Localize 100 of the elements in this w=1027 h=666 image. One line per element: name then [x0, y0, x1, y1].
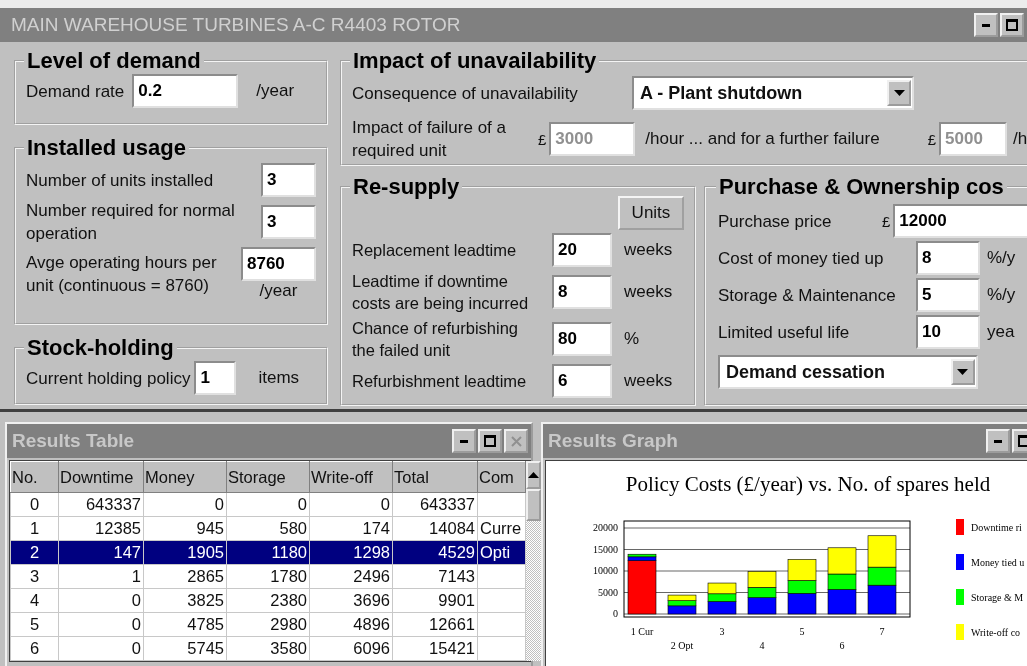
table-cell: 3696	[309, 588, 393, 613]
table-cell: 4785	[143, 612, 227, 637]
table-cell: 2	[10, 540, 59, 565]
column-header[interactable]: Storage	[226, 461, 310, 493]
group-title: Stock-holding	[26, 335, 175, 361]
column-header[interactable]: Write-off	[309, 461, 393, 493]
group-title: Impact of unavailability	[352, 48, 598, 74]
input-field[interactable]: 8	[916, 241, 980, 275]
field-label: Chance of refurbishing the failed unit	[352, 318, 519, 361]
dropdown[interactable]: A - Plant shutdown	[632, 76, 914, 110]
field-label: Consequence of unavailability	[352, 82, 579, 105]
input-field[interactable]: 3	[261, 205, 316, 239]
legend-label: Money tied u	[971, 557, 1025, 568]
chart-title: Policy Costs (£/year) vs. No. of spares held	[625, 472, 991, 496]
field-label: Storage & Maintenance	[718, 284, 897, 307]
field-label: Current holding policy	[26, 367, 191, 390]
units-button[interactable]: Units	[618, 196, 684, 230]
field-label: Purchase price	[718, 210, 833, 233]
unit-label: /hour ... and for a further failure	[645, 129, 880, 149]
table-cell: 3580	[226, 636, 310, 661]
unit-label: items	[258, 368, 300, 388]
input-field[interactable]: 0.2	[132, 74, 239, 108]
table-cell: 0	[58, 636, 144, 661]
table-cell: 3	[10, 564, 59, 589]
axis-category-label: 1 Cur	[630, 626, 654, 637]
table-cell: 14084	[392, 516, 478, 541]
unit-label: /year	[256, 81, 295, 101]
table-cell: 1	[58, 564, 144, 589]
unit-label: /year	[259, 281, 298, 301]
table-cell: 0	[10, 492, 59, 517]
currency-sign: £	[927, 130, 937, 148]
group-title: Re-supply	[352, 174, 461, 200]
legend-label: Downtime ri	[971, 522, 1022, 533]
table-cell: Curre	[477, 516, 526, 541]
field-label: Limited useful life	[718, 321, 851, 344]
field-label: Number of units installed	[26, 169, 215, 192]
unit-label: weeks	[624, 371, 673, 391]
table-row[interactable]: 3 1 2865 1780 2496 7143	[10, 564, 526, 589]
field-label: Cost of money tied up	[718, 247, 885, 270]
table-cell: 643337	[58, 492, 144, 517]
table-row[interactable]: 4 0 3825 2380 3696 9901	[10, 588, 526, 613]
table-row[interactable]: 6 0 5745 3580 6096 15421	[10, 636, 526, 661]
unit-label: %	[624, 329, 640, 349]
input-field[interactable]: 80	[552, 322, 612, 356]
field-label: Impact of failure of a required unit	[352, 117, 508, 162]
column-header[interactable]: No.	[10, 461, 59, 493]
currency-sign: £	[538, 130, 547, 148]
column-header[interactable]: Com	[477, 461, 526, 493]
table-cell: 1780	[226, 564, 310, 589]
table-cell: 15421	[392, 636, 478, 661]
table-cell: 6096	[309, 636, 393, 661]
axis-tick-label: 15000	[593, 543, 618, 555]
unit-label: %/y	[987, 285, 1016, 305]
unit-label: yea	[987, 322, 1015, 342]
input-field[interactable]: 5	[916, 278, 980, 312]
unit-label: weeks	[624, 282, 673, 302]
input-field[interactable]: 3	[261, 163, 316, 197]
table-cell: 945	[143, 516, 227, 541]
axis-category-label: 3	[719, 626, 725, 637]
field-label: Avge operating hours per unit (continuous = 8760)	[26, 252, 218, 297]
table-cell: 4896	[309, 612, 393, 637]
axis-tick-label: 5000	[598, 586, 618, 598]
table-row[interactable]: 1 12385 945 580 174 14084 Curre	[10, 516, 526, 541]
input-field[interactable]: 6	[552, 364, 612, 398]
axis-tick-label: 20000	[593, 522, 618, 533]
table-cell: 0	[143, 492, 227, 517]
legend-label: Storage & M	[971, 592, 1024, 603]
legend-label: Write-off co	[971, 627, 1021, 638]
input-field[interactable]: 20	[552, 233, 612, 267]
column-header[interactable]: Total	[392, 461, 478, 493]
input-field[interactable]: 8	[552, 275, 612, 309]
unit-label: weeks	[624, 240, 673, 260]
window-title: Results Table	[12, 430, 135, 452]
axis-category-label: 2 Opt	[670, 640, 694, 651]
table-cell: 12385	[58, 516, 144, 541]
input-field[interactable]: 1	[194, 361, 237, 395]
table-cell: 2865	[143, 564, 227, 589]
table-row[interactable]: 5 0 4785 2980 4896 12661	[10, 612, 526, 637]
field-label: Refurbishment leadtime	[352, 371, 528, 392]
column-header[interactable]: Money	[143, 461, 227, 493]
table-cell: 580	[226, 516, 310, 541]
table-cell: 2496	[309, 564, 393, 589]
group-title: Installed usage	[26, 135, 187, 161]
input-field[interactable]: 8760	[241, 247, 316, 281]
table-cell: 6	[10, 636, 59, 661]
column-header[interactable]: Downtime	[58, 461, 144, 493]
field-label: Replacement leadtime	[352, 240, 518, 261]
axis-tick-label: 10000	[593, 565, 618, 576]
table-row[interactable]: 0 643337 0 0 0 643337	[10, 492, 526, 517]
table-cell: 0	[309, 492, 393, 517]
field-label: Number required for normal operation	[26, 200, 236, 245]
input-field[interactable]: 12000	[893, 204, 1027, 238]
table-cell: 0	[226, 492, 310, 517]
axis-category-label: 7	[879, 626, 885, 637]
dropdown[interactable]: Demand cessation	[718, 355, 978, 389]
table-cell: 0	[58, 612, 144, 637]
group-title: Level of demand	[26, 48, 202, 74]
field-label: Leadtime if downtime costs are being incurred	[352, 271, 530, 314]
table-row[interactable]: 2 147 1905 1180 1298 4529 Opti	[10, 540, 526, 565]
input-field[interactable]: 10	[916, 315, 980, 349]
